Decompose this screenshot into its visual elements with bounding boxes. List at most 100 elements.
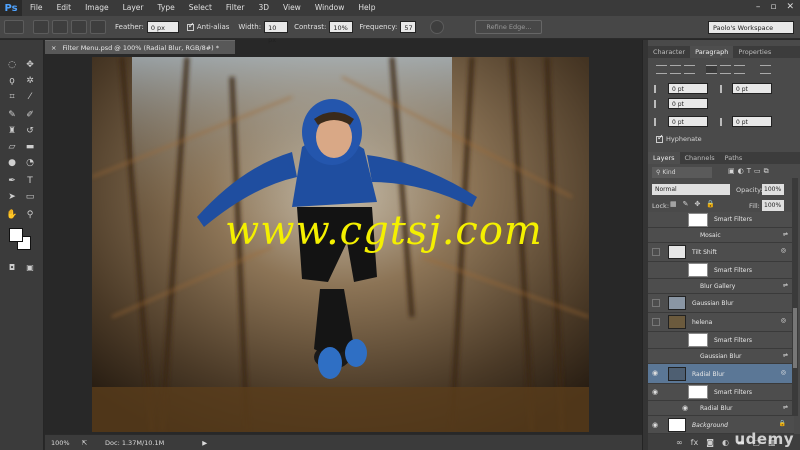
layer-filter-icons[interactable]: ▣◐T▭⧉	[728, 167, 772, 176]
close-icon[interactable]: ✕	[786, 2, 794, 12]
align-left-icon[interactable]	[656, 65, 667, 74]
export-icon[interactable]: ⇱	[82, 439, 87, 447]
layer-row-filter[interactable]: Blur Gallery ⇌	[648, 279, 794, 294]
screen-mode-icon[interactable]: ▣	[22, 260, 38, 274]
minimize-icon[interactable]: –	[756, 2, 761, 12]
add-selection-icon[interactable]	[52, 20, 68, 34]
justify-all-icon[interactable]	[760, 65, 771, 74]
tab-properties[interactable]: Properties	[733, 46, 776, 58]
visibility-off-icon[interactable]	[652, 248, 660, 256]
document-tab[interactable]: × Filter Menu.psd @ 100% (Radial Blur, R…	[45, 40, 235, 54]
adjustment-icon[interactable]: ◐	[722, 438, 729, 447]
path-selection-icon[interactable]: ➤	[4, 190, 20, 204]
visibility-off-icon[interactable]	[652, 299, 660, 307]
frequency-input[interactable]: 57	[400, 21, 417, 33]
zoom-level[interactable]: 100%	[51, 439, 70, 447]
indent-left-input[interactable]: 0 pt	[668, 83, 708, 94]
filter-options-icon[interactable]: ⇌	[783, 231, 788, 238]
justify-last-right-icon[interactable]	[734, 65, 745, 74]
new-selection-icon[interactable]	[33, 20, 49, 34]
layer-row-smart-filters[interactable]: Smart Filters	[648, 212, 794, 228]
intersect-selection-icon[interactable]	[90, 20, 106, 34]
layer-row-filter[interactable]: ◉ Radial Blur ⇌	[648, 401, 794, 416]
layer-row-filter[interactable]: Mosaic ⇌	[648, 228, 794, 243]
lasso-tool-icon[interactable]: ϙ	[4, 74, 20, 88]
stylus-pressure-icon[interactable]	[430, 20, 445, 34]
menu-filter[interactable]: Filter	[220, 0, 253, 16]
crop-tool-icon[interactable]: ⌗	[4, 90, 20, 104]
space-after-input[interactable]: 0 pt	[732, 116, 772, 127]
marquee-tool-icon[interactable]: ◌	[4, 58, 20, 72]
justify-last-center-icon[interactable]	[720, 65, 731, 74]
mask-icon[interactable]: ◙	[706, 438, 714, 447]
move-tool-icon[interactable]: ✥	[22, 58, 38, 72]
maximize-icon[interactable]: ▫	[770, 2, 776, 12]
foreground-color-swatch[interactable]	[9, 228, 23, 242]
link-icon[interactable]: ∞	[676, 438, 683, 447]
lock-icons[interactable]: ▦✎✥🔒	[670, 200, 721, 208]
visibility-eye-icon[interactable]: ◉	[652, 369, 661, 378]
layers-scrollbar[interactable]	[792, 178, 798, 416]
menu-file[interactable]: File	[22, 0, 51, 16]
menu-help[interactable]: Help	[352, 0, 383, 16]
layer-row-filter[interactable]: Gaussian Blur ⇌	[648, 349, 794, 364]
layer-row-helena[interactable]: helena ◎	[648, 313, 794, 332]
gradient-tool-icon[interactable]: ▬	[22, 140, 38, 154]
contrast-input[interactable]: 10%	[329, 21, 354, 33]
layer-row-smart-filters[interactable]: Smart Filters	[648, 332, 794, 349]
visibility-off-icon[interactable]	[652, 318, 660, 326]
menu-3d[interactable]: 3D	[252, 0, 277, 16]
menu-type[interactable]: Type	[152, 0, 183, 16]
space-before-input[interactable]: 0 pt	[668, 116, 708, 127]
type-tool-icon[interactable]: T	[22, 174, 38, 188]
tab-layers[interactable]: Layers	[648, 152, 680, 164]
history-brush-icon[interactable]: ↺	[22, 124, 38, 138]
magic-wand-icon[interactable]: ✲	[22, 74, 38, 88]
brush-tool-icon[interactable]: ✐	[22, 108, 38, 122]
feather-input[interactable]: 0 px	[146, 21, 179, 33]
tab-paths[interactable]: Paths	[720, 152, 748, 164]
menu-window[interactable]: Window	[309, 0, 353, 16]
indent-first-line-input[interactable]: 0 pt	[668, 98, 708, 109]
visibility-eye-icon[interactable]: ◉	[682, 404, 691, 413]
menu-view[interactable]: View	[277, 0, 309, 16]
hyphenate-checkbox[interactable]	[656, 133, 664, 143]
menu-edit[interactable]: Edit	[51, 0, 80, 16]
menu-select[interactable]: Select	[183, 0, 220, 16]
filter-options-icon[interactable]: ⇌	[783, 282, 788, 289]
antialias-checkbox[interactable]	[186, 21, 195, 31]
clone-stamp-icon[interactable]: ♜	[4, 124, 20, 138]
quick-mask-icon[interactable]: ◘	[4, 260, 20, 274]
align-right-icon[interactable]	[684, 65, 695, 74]
filter-options-icon[interactable]: ⇌	[783, 404, 788, 411]
healing-brush-icon[interactable]: ✎	[4, 108, 20, 122]
layer-row-gaussian-blur[interactable]: Gaussian Blur	[648, 294, 794, 313]
refine-edge-button[interactable]: Refine Edge...	[475, 20, 543, 34]
fill-input[interactable]: 100%	[762, 200, 784, 211]
status-menu-arrow-icon[interactable]: ▶	[202, 439, 207, 447]
scrollbar-thumb[interactable]	[793, 308, 797, 368]
blend-mode-select[interactable]: Normal	[652, 184, 730, 195]
menu-layer[interactable]: Layer	[117, 0, 152, 16]
layer-row-smart-filters[interactable]: ◉ Smart Filters	[648, 384, 794, 401]
layer-row-radial-blur-selected[interactable]: ◉ Radial Blur ◎	[648, 364, 794, 384]
indent-right-input[interactable]: 0 pt	[732, 83, 772, 94]
subtract-selection-icon[interactable]	[71, 20, 87, 34]
rectangle-tool-icon[interactable]: ▭	[22, 190, 38, 204]
layer-row-tilt-shift[interactable]: Tilt Shift ◎	[648, 243, 794, 262]
tab-channels[interactable]: Channels	[680, 152, 720, 164]
eraser-icon[interactable]: ▱	[4, 140, 20, 154]
hand-tool-icon[interactable]: ✋	[4, 208, 20, 222]
tab-character[interactable]: Character	[648, 46, 690, 58]
tab-paragraph[interactable]: Paragraph	[690, 46, 734, 58]
zoom-tool-icon[interactable]: ⚲	[22, 208, 38, 222]
filter-options-icon[interactable]: ⇌	[783, 352, 788, 359]
eyedropper-icon[interactable]: ⁄	[22, 90, 38, 104]
visibility-eye-icon[interactable]: ◉	[652, 421, 661, 430]
tool-preset-icon[interactable]	[4, 20, 24, 34]
blur-tool-icon[interactable]: ●	[4, 156, 20, 170]
fx-icon[interactable]: fx	[691, 438, 699, 447]
filter-kind-select[interactable]: ⚲ Kind	[652, 167, 712, 178]
dodge-tool-icon[interactable]: ◔	[22, 156, 38, 170]
justify-last-left-icon[interactable]	[706, 65, 717, 74]
